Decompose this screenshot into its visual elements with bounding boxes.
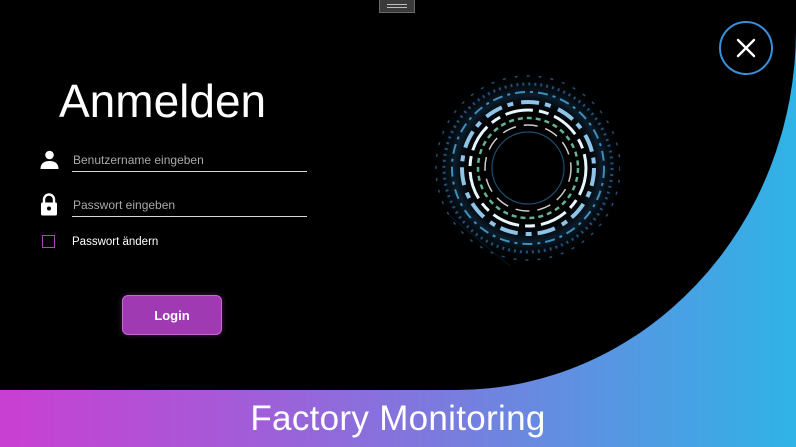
close-icon [736,38,756,58]
page-title: Anmelden [59,75,267,127]
lock-icon [41,193,57,216]
tech-ring-illustration [430,70,620,266]
password-input[interactable] [72,193,307,217]
change-password-label[interactable]: Passwort ändern [72,236,158,248]
app-name: Factory Monitoring [250,398,546,438]
drag-handle-icon[interactable] [379,0,415,13]
user-icon [40,150,59,169]
close-button[interactable] [719,21,773,75]
change-password-checkbox[interactable] [42,235,55,248]
login-button[interactable]: Login [122,295,222,335]
username-input[interactable] [72,148,307,172]
